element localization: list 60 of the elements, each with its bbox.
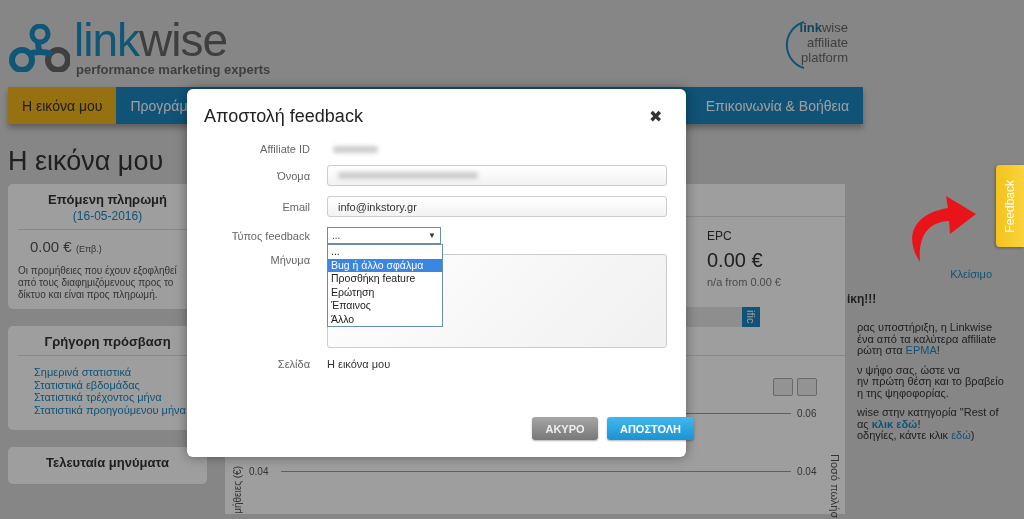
dialog-title: Αποστολή feedback — [204, 105, 363, 127]
field-label: Affiliate ID — [260, 143, 310, 155]
close-link[interactable]: Κλείσιμο — [950, 268, 992, 280]
blurred-text — [333, 145, 378, 153]
logo-tagline: performance marketing experts — [76, 62, 271, 77]
news-text: ρας υποστήριξη, η Linkwise — [857, 322, 992, 334]
news-text: wise στην κατηγορία "Rest of — [857, 407, 999, 419]
news-text: ρώτη στα ΕΡΜΑ! — [857, 345, 940, 357]
field-label: Μήνυμα — [270, 254, 310, 266]
send-button[interactable]: ΑΠΟΣΤΟΛΗ — [607, 417, 694, 440]
nav-tab[interactable]: Επικοινωνία & Βοήθεια — [691, 87, 863, 124]
axis-label: μήθειες (€) — [231, 466, 243, 514]
tick-label: 0.04 — [249, 465, 270, 477]
news-text: οδηγίες, κάντε κλικ εδώ) — [857, 430, 975, 442]
news-text: ην πρώτη θέση και το βραβείο — [857, 376, 1004, 388]
dropdown-option[interactable]: Άλλο — [328, 312, 442, 326]
news-text: ας κλικ εδώ! — [857, 418, 921, 430]
dropdown-option[interactable]: Bug ή άλλο σφάλμα — [328, 258, 442, 272]
nav-tab[interactable]: Η εικόνα μου — [8, 87, 117, 124]
quick-link[interactable]: Στατιστικά τρέχοντος μήνα — [34, 391, 162, 404]
cancel-button[interactable]: ΑΚΥΡΟ — [532, 417, 598, 440]
side-tab[interactable]: ific — [742, 307, 760, 327]
payment-amount: 0.00 € (Επβ.) — [30, 238, 103, 255]
badge-text: platform — [801, 50, 848, 65]
close-button[interactable]: ✖ — [649, 106, 662, 126]
epc-label: EPC — [707, 228, 733, 243]
news-text: ν ψήφο σας, ώστε να — [857, 364, 960, 376]
news-link[interactable]: εδώ — [951, 429, 971, 441]
field-label: Όνομα — [277, 169, 310, 182]
quick-link[interactable]: Σημερινά στατιστικά — [34, 366, 132, 379]
news-text: ένα από τα καλύτερα affiliate — [857, 333, 997, 345]
quick-link[interactable]: Στατιστικά προηγούμενου μήνα — [34, 403, 186, 416]
epc-note: n/a from 0.00 € — [707, 275, 782, 288]
tick-label: 0.06 — [796, 407, 818, 419]
field-label: Email — [282, 200, 310, 213]
news-link[interactable]: ΕΡΜΑ — [905, 344, 937, 356]
epc-value: 0.00 € — [707, 248, 764, 272]
dropdown-option[interactable]: Ερώτηση — [328, 285, 442, 299]
axis-label: Ποσό πωλήσ — [829, 453, 841, 518]
card-title: Τελευταία μηνύματα — [45, 455, 170, 472]
field-label: Τύπος feedback — [231, 229, 310, 242]
page-value: Η εικόνα μου — [327, 358, 392, 370]
dropdown-option[interactable]: Έπαινος — [328, 299, 442, 313]
badge-text: affiliate — [807, 35, 848, 50]
dropdown-option[interactable]: Προσθήκη feature — [328, 272, 442, 286]
badge-wordmark: linkwise — [799, 20, 848, 35]
email-field[interactable]: info@inkstory.gr — [327, 196, 667, 217]
tick-label: 0.04 — [796, 465, 818, 477]
quick-link[interactable]: Στατιστικά εβδομάδας — [34, 378, 140, 391]
news-heading: ίκη!!! — [847, 292, 878, 306]
page-title: Η εικόνα μου — [8, 146, 164, 176]
dropdown-option[interactable]: ... — [328, 245, 442, 259]
logo-wordmark: linkwise — [74, 18, 228, 62]
payment-description: Οι προμήθειες που έχουν εξοφληθεί από τους διαφημιζόμενους προς το δίκτυο και είναι προς πληρωμή. — [18, 265, 178, 301]
card-title: Γρήγορη πρόσβαση — [43, 334, 172, 351]
field-label: Σελίδα — [277, 358, 310, 370]
name-field[interactable] — [327, 165, 667, 186]
news-text: η της ψηφοφορίας. — [857, 387, 949, 399]
card-title: Επόμενη πληρωμή — [47, 192, 168, 209]
logo-icon — [8, 23, 70, 72]
